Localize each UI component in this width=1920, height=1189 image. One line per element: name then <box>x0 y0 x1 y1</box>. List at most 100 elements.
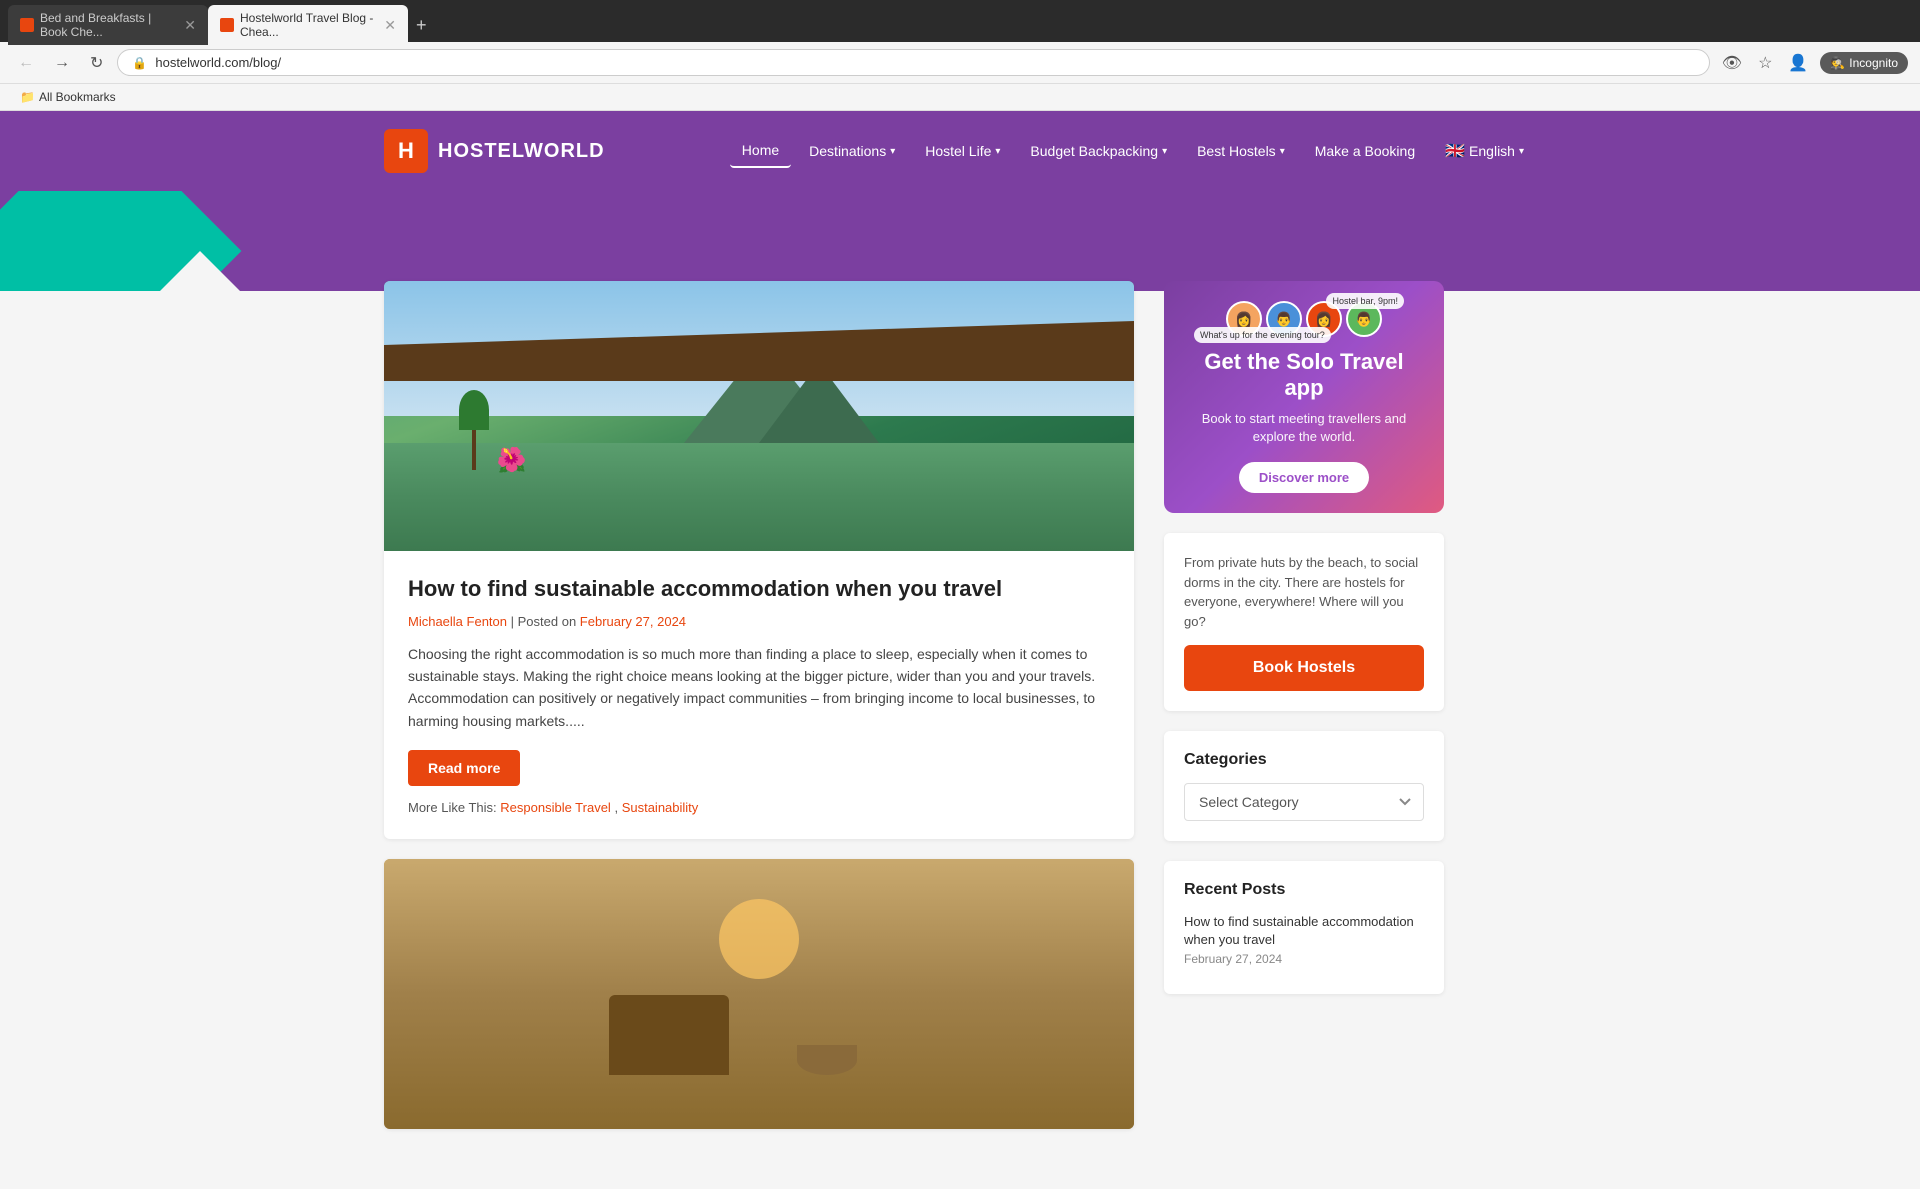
recent-post-item-1: How to find sustainable accommodation wh… <box>1184 913 1424 965</box>
tab-label-2: Hostelworld Travel Blog - Chea... <box>240 11 378 39</box>
article-hero-image: 🌺 <box>384 281 1134 551</box>
new-tab-button[interactable]: + <box>408 11 435 40</box>
tag-separator: , <box>614 800 621 815</box>
chevron-down-icon-4: ▾ <box>1280 146 1285 157</box>
nav-hostellife-label: Hostel Life <box>925 143 991 159</box>
posts-column: 🌺 How to find sustainable accommodation … <box>384 281 1134 1149</box>
categories-heading: Categories <box>1184 751 1424 769</box>
eye-slash-icon[interactable]: 👁 <box>1718 49 1746 77</box>
flag-icon: 🇬🇧 <box>1445 141 1465 161</box>
tag-responsible-travel[interactable]: Responsible Travel <box>500 800 611 815</box>
address-bar[interactable]: 🔒 hostelworld.com/blog/ <box>117 49 1709 76</box>
main-nav: Home Destinations ▾ Hostel Life ▾ Budget… <box>730 133 1536 169</box>
scene2-bowl <box>797 1045 857 1075</box>
nav-item-besthostels[interactable]: Best Hostels ▾ <box>1185 135 1297 167</box>
recent-post-date-1: February 27, 2024 <box>1184 952 1424 966</box>
lock-icon: 🔒 <box>132 56 147 70</box>
scene2-item <box>609 995 729 1075</box>
page-content: H HOSTELWORLD Home Destinations ▾ Hostel… <box>0 111 1920 1189</box>
more-like-this: More Like This: Responsible Travel , Sus… <box>408 800 1110 815</box>
article-card-main: 🌺 How to find sustainable accommodation … <box>384 281 1134 839</box>
article-meta: Michaella Fenton | Posted on February 27… <box>408 614 1110 629</box>
bookmarks-label: All Bookmarks <box>39 90 116 104</box>
star-icon[interactable]: ☆ <box>1754 49 1776 77</box>
scene-tree <box>459 390 489 470</box>
article-content: How to find sustainable accommodation wh… <box>384 551 1134 839</box>
nav-destinations-label: Destinations <box>809 143 886 159</box>
more-like-this-label: More Like This: <box>408 800 497 815</box>
article-image-2 <box>384 859 1134 1129</box>
all-bookmarks[interactable]: 📁 All Bookmarks <box>14 88 122 106</box>
article-posted-on: | <box>511 614 518 629</box>
logo-icon: H <box>384 129 428 173</box>
chat-bubble-1: Hostel bar, 9pm! <box>1326 293 1404 309</box>
nav-item-home[interactable]: Home <box>730 134 791 168</box>
tab-label-1: Bed and Breakfasts | Book Che... <box>40 11 178 39</box>
nav-item-budget[interactable]: Budget Backpacking ▾ <box>1018 135 1179 167</box>
app-promo-card: Hostel bar, 9pm! 👩 👨 👩 👨 What's up for t… <box>1164 281 1444 513</box>
sidebar: Hostel bar, 9pm! 👩 👨 👩 👨 What's up for t… <box>1164 281 1444 1149</box>
tab-favicon-1 <box>20 18 34 32</box>
recent-post-title-1: How to find sustainable accommodation wh… <box>1184 913 1424 949</box>
discover-more-button[interactable]: Discover more <box>1239 462 1369 493</box>
browser-tabs-bar: Bed and Breakfasts | Book Che... ✕ Hoste… <box>0 0 1920 42</box>
article-date[interactable]: February 27, 2024 <box>580 614 686 629</box>
incognito-icon: 🕵 <box>1830 56 1845 70</box>
logo[interactable]: H HOSTELWORLD <box>384 129 605 173</box>
nav-item-destinations[interactable]: Destinations ▾ <box>797 135 907 167</box>
logo-letter: H <box>398 138 414 164</box>
toolbar-actions: 👁 ☆ 👤 🕵 Incognito <box>1718 49 1908 77</box>
tab-close-2[interactable]: ✕ <box>384 17 396 34</box>
nav-besthostels-label: Best Hostels <box>1197 143 1276 159</box>
app-promo-title: Get the Solo Travel app <box>1184 349 1424 402</box>
tab-favicon-2 <box>220 18 234 32</box>
tab-close-1[interactable]: ✕ <box>184 17 196 34</box>
hero-section <box>0 191 1920 291</box>
recent-posts-heading: Recent Posts <box>1184 881 1424 899</box>
chevron-down-icon: ▾ <box>890 146 895 157</box>
app-promo-avatars: Hostel bar, 9pm! 👩 👨 👩 👨 What's up for t… <box>1184 301 1424 337</box>
app-promo-subtitle: Book to start meeting travellers and exp… <box>1184 410 1424 446</box>
categories-card: Categories Select Category <box>1164 731 1444 841</box>
logo-text: HOSTELWORLD <box>438 140 605 163</box>
forward-button[interactable]: → <box>48 50 76 76</box>
chevron-down-icon-3: ▾ <box>1162 146 1167 157</box>
nav-item-language[interactable]: 🇬🇧 English ▾ <box>1433 133 1536 169</box>
nav-home-label: Home <box>742 142 779 158</box>
profile-icon[interactable]: 👤 <box>1784 49 1812 77</box>
chat-bubble-2: What's up for the evening tour? <box>1194 327 1331 343</box>
book-hostels-card: From private huts by the beach, to socia… <box>1164 533 1444 711</box>
nav-item-booking[interactable]: Make a Booking <box>1303 135 1427 167</box>
main-content: 🌺 How to find sustainable accommodation … <box>360 281 1560 1189</box>
scene2-sun <box>719 899 799 979</box>
chevron-down-icon-5: ▾ <box>1519 146 1524 157</box>
scene-flowers: 🌺 <box>497 446 527 475</box>
browser-tab-1[interactable]: Bed and Breakfasts | Book Che... ✕ <box>8 5 208 45</box>
article-excerpt: Choosing the right accommodation is so m… <box>408 643 1110 733</box>
site-header: H HOSTELWORLD Home Destinations ▾ Hostel… <box>0 111 1920 191</box>
bookmarks-folder-icon: 📁 <box>20 90 35 104</box>
category-select[interactable]: Select Category <box>1184 783 1424 821</box>
incognito-label: Incognito <box>1849 56 1898 70</box>
nav-language-label: English <box>1469 143 1515 159</box>
nav-booking-label: Make a Booking <box>1315 143 1415 159</box>
read-more-button[interactable]: Read more <box>408 750 520 786</box>
book-hostels-text: From private huts by the beach, to socia… <box>1184 553 1424 631</box>
chevron-down-icon-2: ▾ <box>995 146 1000 157</box>
browser-window: Bed and Breakfasts | Book Che... ✕ Hoste… <box>0 0 1920 1189</box>
article-posted-label: Posted on <box>518 614 577 629</box>
tag-sustainability[interactable]: Sustainability <box>622 800 699 815</box>
header-inner: H HOSTELWORLD Home Destinations ▾ Hostel… <box>360 111 1560 191</box>
refresh-button[interactable]: ↻ <box>84 49 109 77</box>
nav-item-hostellife[interactable]: Hostel Life ▾ <box>913 135 1012 167</box>
back-button[interactable]: ← <box>12 50 40 76</box>
recent-posts-card: Recent Posts How to find sustainable acc… <box>1164 861 1444 993</box>
incognito-badge[interactable]: 🕵 Incognito <box>1820 52 1908 74</box>
book-hostels-button[interactable]: Book Hostels <box>1184 645 1424 691</box>
article-title: How to find sustainable accommodation wh… <box>408 575 1110 604</box>
browser-toolbar: ← → ↻ 🔒 hostelworld.com/blog/ 👁 ☆ 👤 🕵 In… <box>0 42 1920 84</box>
article-author[interactable]: Michaella Fenton <box>408 614 507 629</box>
browser-tab-2[interactable]: Hostelworld Travel Blog - Chea... ✕ <box>208 5 408 45</box>
nav-budget-label: Budget Backpacking <box>1030 143 1158 159</box>
article-card-2 <box>384 859 1134 1129</box>
